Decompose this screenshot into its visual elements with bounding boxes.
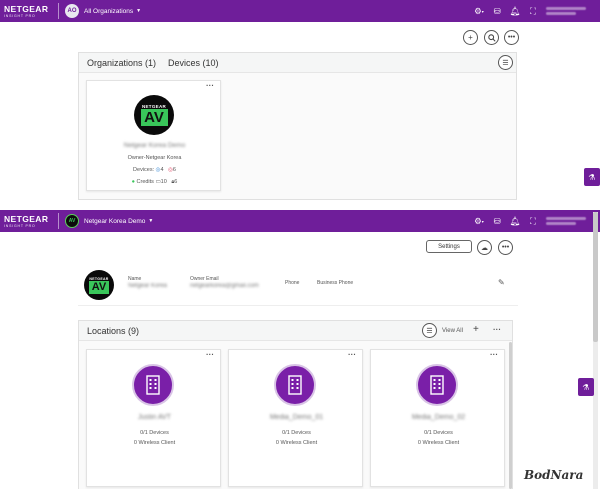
card-menu-icon[interactable]: ··· [206, 81, 214, 90]
view-all-link[interactable]: View All [442, 328, 463, 334]
list-view-button-2[interactable]: ☰ [422, 323, 437, 338]
name-label: Name [128, 276, 142, 282]
nav-separator [58, 3, 59, 19]
building-icon [132, 364, 174, 406]
business-phone-label: Business Phone [317, 280, 354, 286]
bell-icon[interactable]: 🔔︎ [506, 210, 524, 232]
cloud-gift-icon[interactable]: ⛁ [488, 0, 506, 22]
organization-name: Netgear Korea Demo [123, 142, 186, 149]
add-button[interactable]: + [463, 30, 478, 45]
location-card[interactable]: ··· Justin AVT 0/1 Devices 0 Wireless Cl… [86, 349, 221, 487]
page-scrollbar-thumb[interactable] [593, 212, 598, 342]
name-value: Netgear Korea [128, 283, 168, 289]
cloud-sync-button[interactable]: ☁ [477, 240, 492, 255]
list-view-button[interactable]: ☰ [498, 55, 513, 70]
list-icon: ☰ [426, 327, 433, 335]
devices-summary: Devices: ◎4 ◎6 [133, 167, 176, 173]
building-icon [416, 364, 458, 406]
organization-logo: NETGEAR AV [134, 95, 174, 135]
location-devices: 0/1 Devices [424, 430, 453, 436]
fullscreen-icon[interactable]: ⛶ [524, 210, 542, 232]
add-location-plus-icon[interactable]: + [473, 324, 479, 335]
location-name: Media_Demo_01 [269, 414, 324, 421]
panel-tabs: Organizations (1) Devices (10) [79, 53, 516, 73]
check-circle-icon: ● [131, 179, 135, 185]
owner-email-label: Owner Email [190, 276, 219, 282]
cloud-arrow-icon: ☁ [481, 244, 488, 252]
ellipsis-icon: ••• [507, 34, 516, 41]
phone-label: Phone [285, 280, 300, 286]
chevron-down-icon: ▼ [136, 8, 142, 14]
flask-icon[interactable]: ⚗ [584, 168, 600, 186]
card-menu-icon[interactable]: ··· [490, 350, 498, 359]
location-clients: 0 Wireless Client [417, 440, 460, 446]
card-menu-icon[interactable]: ··· [348, 350, 356, 359]
top-nav-bar-2: NETGEAR INSIGHT PRO AV Netgear Korea Dem… [0, 210, 600, 232]
chevron-down-icon: ▼ [148, 218, 154, 224]
location-devices: 0/1 Devices [140, 430, 169, 436]
building-icon [274, 364, 316, 406]
organization-card[interactable]: ··· NETGEAR AV Netgear Korea Demo Owner-… [86, 80, 221, 191]
location-card[interactable]: ··· Media_Demo_01 0/1 Devices 0 Wireless… [228, 349, 363, 487]
location-name: Justin AVT [138, 414, 171, 421]
credits-summary: ● Credits ▭10 🔒︎6 [131, 179, 178, 185]
location-card[interactable]: ··· Media_Demo_02 0/1 Devices 0 Wireless… [370, 349, 505, 487]
fullscreen-icon[interactable]: ⛶ [524, 0, 542, 22]
owner-email-value: netgearkorea@gmail.com [190, 283, 259, 289]
org-avatar: AO [65, 4, 79, 18]
gear-icon[interactable]: ⚙ ▾ [470, 210, 488, 232]
locations-scrollbar[interactable] [509, 342, 512, 489]
org-selector-2[interactable]: Netgear Korea Demo ▼ [84, 218, 153, 225]
cloud-gift-icon[interactable]: ⛁ [488, 210, 506, 232]
location-devices: 0/1 Devices [282, 430, 311, 436]
location-clients: 0 Wireless Client [133, 440, 176, 446]
location-name: Media_Demo_02 [411, 414, 466, 421]
organization-info-row: NETGEAR AV Name Netgear Korea Owner Emai… [78, 264, 518, 306]
more-options-button[interactable]: ••• [504, 30, 519, 45]
more-options-button-2[interactable]: ••• [498, 240, 513, 255]
nav-separator-2 [58, 213, 59, 229]
organization-owner: Owner-Netgear Korea [127, 155, 182, 161]
search-icon [487, 33, 496, 42]
plus-icon: + [468, 33, 473, 42]
list-icon: ☰ [502, 59, 509, 67]
user-menu[interactable] [542, 0, 600, 22]
org-selector[interactable]: All Organizations ▼ [84, 8, 141, 15]
locations-title: Locations (9) [87, 325, 140, 336]
user-menu-2[interactable] [542, 210, 600, 232]
flask-icon[interactable]: ⚗ [578, 378, 594, 396]
org-avatar-2: AV [65, 214, 79, 228]
location-clients: 0 Wireless Client [275, 440, 318, 446]
netgear-logo[interactable]: NETGEAR INSIGHT PRO [0, 0, 52, 22]
organizations-panel: Organizations (1) Devices (10) ☰ ··· NET… [78, 52, 517, 200]
bell-icon[interactable]: 🔔︎ [506, 0, 524, 22]
watermark: BodNara [524, 468, 584, 482]
netgear-logo-2[interactable]: NETGEAR INSIGHT PRO [0, 210, 52, 232]
organization-logo-2: NETGEAR AV [84, 270, 114, 300]
edit-pencil-icon[interactable]: ✎ [498, 278, 505, 287]
settings-button[interactable]: Settings [426, 240, 472, 253]
gear-icon[interactable]: ⚙ ▾ [470, 0, 488, 22]
search-button[interactable] [484, 30, 499, 45]
top-nav-bar: NETGEAR INSIGHT PRO AO All Organizations… [0, 0, 600, 22]
tab-organizations[interactable]: Organizations (1) [87, 58, 156, 68]
tab-devices[interactable]: Devices (10) [168, 58, 219, 68]
ellipsis-icon: ••• [501, 244, 510, 251]
locations-panel: Locations (9) ☰ View All + ··· ··· Justi… [78, 320, 513, 489]
locations-menu-icon[interactable]: ··· [493, 325, 501, 334]
card-menu-icon[interactable]: ··· [206, 350, 214, 359]
